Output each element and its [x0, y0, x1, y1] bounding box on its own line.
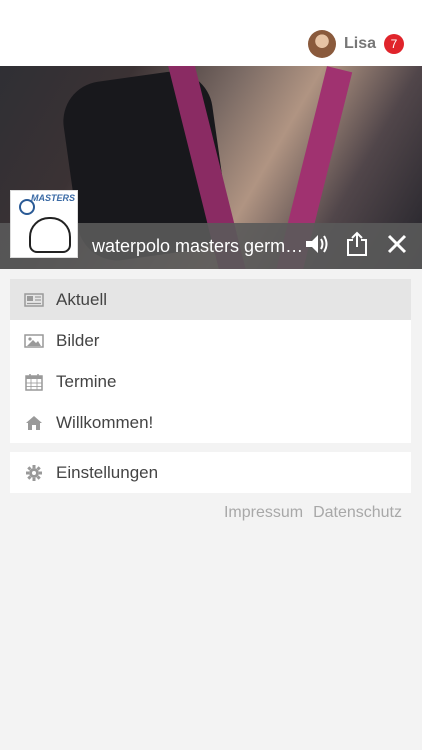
hero-actions: [304, 230, 410, 258]
menu-label-einstellungen: Einstellungen: [56, 462, 159, 482]
menu-item-bilder[interactable]: Bilder: [10, 320, 411, 361]
home-icon: [24, 414, 44, 432]
menu-item-willkommen[interactable]: Willkommen!: [10, 402, 411, 443]
logo-ball: [19, 199, 35, 215]
user-name[interactable]: Lisa: [344, 35, 376, 53]
menu-item-aktuell[interactable]: Aktuell: [10, 279, 411, 320]
menu-label-termine: Termine: [56, 371, 117, 391]
datenschutz-link[interactable]: Datenschutz: [313, 504, 402, 522]
image-icon: [24, 332, 44, 350]
newspaper-icon: [24, 291, 44, 309]
menu-item-einstellungen[interactable]: Einstellungen: [10, 452, 411, 493]
close-icon[interactable]: [384, 230, 410, 258]
calendar-icon: [24, 373, 44, 391]
speaker-icon[interactable]: [304, 230, 330, 258]
channel-title[interactable]: waterpolo masters germany: [92, 236, 307, 257]
gear-icon: [24, 464, 44, 482]
impressum-link[interactable]: Impressum: [224, 504, 303, 522]
logo-figure: [29, 217, 71, 253]
menu-label-aktuell: Aktuell: [56, 289, 108, 309]
menu-label-willkommen: Willkommen!: [56, 412, 154, 432]
logo-text: MASTERS: [30, 193, 75, 203]
user-profile[interactable]: Lisa 7: [307, 28, 404, 60]
top-bar: Lisa 7: [0, 0, 422, 66]
menu-item-termine[interactable]: Termine: [10, 361, 411, 402]
footer-links: Impressum Datenschutz: [224, 504, 402, 522]
notification-badge[interactable]: 7: [384, 34, 404, 54]
settings-menu: Einstellungen: [10, 452, 411, 493]
main-menu: Aktuell Bilder Termine Willkommen!: [10, 279, 411, 443]
menu-label-bilder: Bilder: [56, 330, 100, 350]
avatar[interactable]: [307, 30, 336, 58]
club-logo: MASTERS: [10, 190, 78, 258]
share-icon[interactable]: [344, 230, 370, 258]
